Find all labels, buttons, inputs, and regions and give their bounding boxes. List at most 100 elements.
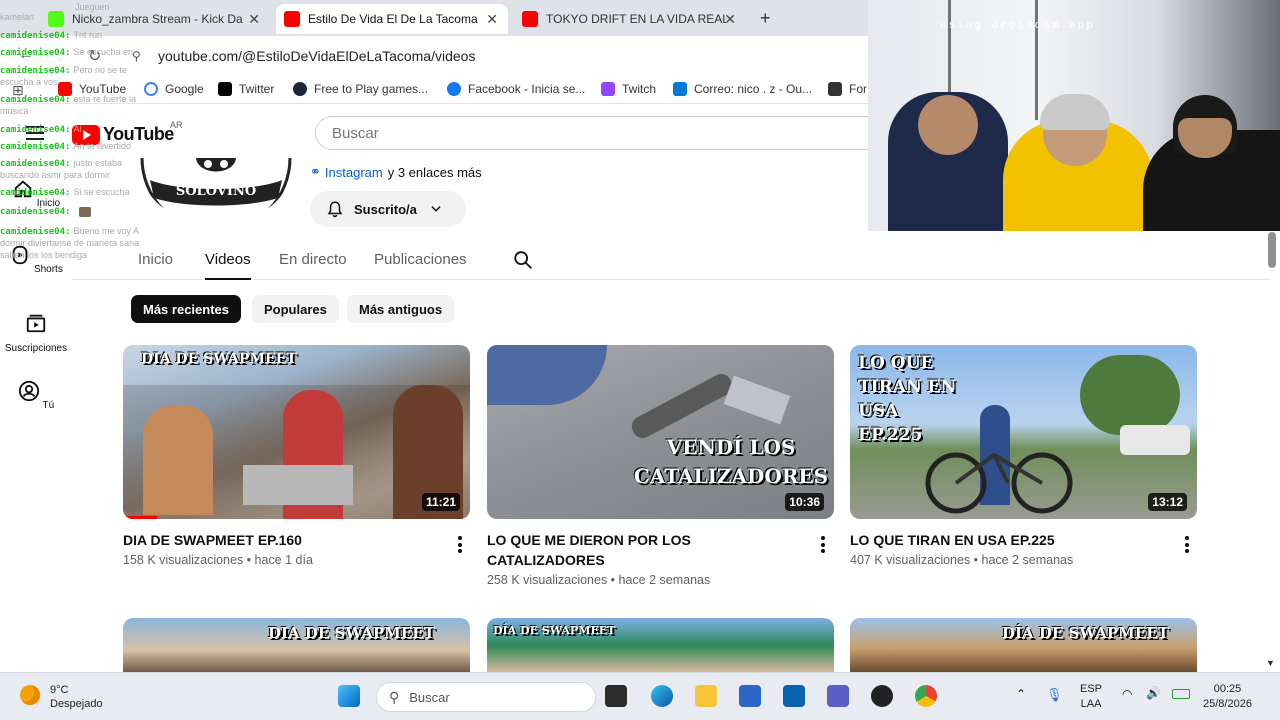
chat-line: camidenise04: An te divertido <box>0 141 131 152</box>
bookmark-twitch[interactable]: Twitch <box>601 82 656 96</box>
close-icon[interactable]: ✕ <box>486 11 498 28</box>
clock[interactable]: 00:25 25/8/2026 <box>1203 682 1252 712</box>
more-options-icon[interactable] <box>821 536 825 556</box>
youtube-icon <box>284 11 300 27</box>
video-thumbnail[interactable]: DÍA DE SWAPMEET <box>850 618 1197 672</box>
video-title[interactable]: LO QUE ME DIERON POR LOS CATALIZADORES <box>487 530 807 570</box>
tab-home[interactable]: Inicio <box>138 251 173 268</box>
chip-oldest[interactable]: Más antiguos <box>347 295 455 323</box>
bookmark-outlook[interactable]: Correo: nico . z - Ou... <box>673 82 812 96</box>
more-options-icon[interactable] <box>1185 536 1189 556</box>
battery-icon[interactable] <box>1172 689 1190 699</box>
search-input[interactable]: Buscar <box>315 116 875 150</box>
browser-tab-youtube-channel[interactable]: Estilo De Vida El De La Tacoma ✕ <box>276 4 508 34</box>
outlook-icon <box>673 82 687 96</box>
wifi-icon[interactable]: ◠ <box>1122 687 1132 701</box>
close-icon[interactable]: ✕ <box>248 11 260 28</box>
tab-live[interactable]: En directo <box>279 251 347 268</box>
link-icon: ⚭ <box>310 164 321 179</box>
microsoft-store-icon[interactable] <box>739 685 761 707</box>
bookmark-label: Free to Play games... <box>314 82 429 96</box>
video-thumbnail[interactable]: DIA DE SWAPMEET <box>123 618 470 672</box>
thumbnail-overlay-text: LO QUE TIRAN EN USA EP.225 <box>858 353 956 445</box>
file-explorer-icon[interactable] <box>695 685 717 707</box>
facebook-icon <box>447 82 461 96</box>
more-links[interactable]: y 3 enlaces más <box>388 165 482 180</box>
nav-subscriptions[interactable]: Suscripciones <box>0 312 72 354</box>
google-icon <box>144 82 158 96</box>
search-placeholder: Buscar <box>409 689 450 705</box>
weather-widget[interactable]: 9°C Despejado <box>50 683 103 711</box>
chat-line: escucha a vos <box>0 77 58 87</box>
nav-label: Suscripciones <box>4 343 68 354</box>
search-icon[interactable] <box>512 249 534 271</box>
video-thumbnail[interactable]: LO QUE TIRAN EN USA EP.225 13:12 <box>850 345 1197 519</box>
video-meta: 258 K visualizaciones • hace 2 semanas <box>487 573 711 587</box>
task-view-icon[interactable] <box>605 685 627 707</box>
scrollbar-thumb[interactable] <box>1268 232 1276 268</box>
chat-line: camidenise04: Si se escucha <box>0 187 129 198</box>
app-icon[interactable] <box>871 685 893 707</box>
emote-icon <box>79 206 92 217</box>
webcam-watermark: using droidcam.app <box>940 20 1095 32</box>
moon-weather-icon <box>20 685 40 705</box>
bookmark-google[interactable]: Google <box>144 82 204 96</box>
date: 25/8/2026 <box>1203 698 1252 710</box>
x-icon <box>218 82 232 96</box>
chat-line: camidenise04: Al <box>0 124 81 135</box>
bookmark-steam[interactable]: Free to Play games... <box>293 82 428 96</box>
instagram-link[interactable]: Instagram <box>325 165 383 180</box>
thumbnail-overlay-text: DÍA DE SWAPMEET <box>493 624 616 637</box>
thumbnail-overlay-text: DIA DE SWAPMEET <box>141 351 297 367</box>
scroll-down-icon[interactable]: ▼ <box>1266 658 1275 668</box>
tab-posts[interactable]: Publicaciones <box>374 251 467 268</box>
site-info-icon[interactable]: ⚲ <box>132 49 141 63</box>
outlook-icon[interactable] <box>783 685 805 707</box>
chat-user: camidenise04: <box>0 48 71 58</box>
steam-icon <box>293 82 307 96</box>
tab-videos[interactable]: Videos <box>205 251 251 280</box>
windows-start-icon[interactable] <box>338 685 360 707</box>
user-icon <box>18 380 39 402</box>
chevron-up-icon[interactable]: ⌃ <box>1016 687 1026 701</box>
video-thumbnail[interactable]: DIA DE SWAPMEET 11:21 <box>123 345 470 519</box>
browser-tab-tokyo-drift[interactable]: TOKYO DRIFT EN LA VIDA REAL ✕ <box>514 4 746 34</box>
edge-icon[interactable] <box>651 685 673 707</box>
video-title[interactable]: LO QUE TIRAN EN USA EP.225 <box>850 530 1170 550</box>
chat-line: saben los los bendiga <box>0 250 87 260</box>
kick-icon <box>48 11 64 27</box>
weather-desc: Despejado <box>50 698 103 710</box>
subscribed-button[interactable]: Suscrito/a <box>310 191 466 227</box>
close-icon[interactable]: ✕ <box>724 11 736 28</box>
microphone-icon[interactable]: 🎙 <box>1046 687 1063 703</box>
bookmark-twitter[interactable]: Twitter <box>218 82 274 96</box>
bookmark-epic[interactable]: For <box>828 82 867 96</box>
video-duration: 10:36 <box>785 493 824 511</box>
chip-popular[interactable]: Populares <box>252 295 339 323</box>
channel-avatar[interactable]: SOLOVINO <box>138 158 294 220</box>
language-indicator[interactable]: ESP LAA <box>1080 682 1102 712</box>
teams-icon[interactable] <box>827 685 849 707</box>
bookmark-label: Twitch <box>622 82 657 96</box>
more-options-icon[interactable] <box>458 536 462 556</box>
country-code: AR <box>170 120 183 130</box>
chrome-icon[interactable] <box>915 685 937 707</box>
chat-user: camidenise04: <box>0 125 71 135</box>
new-tab-icon[interactable]: + <box>760 8 771 29</box>
bookmark-facebook[interactable]: Facebook - Inicia se... <box>447 82 585 96</box>
chat-line: camidenise04: <box>0 206 92 217</box>
video-thumbnail[interactable]: VENDÍ LOS CATALIZADORES 10:36 <box>487 345 834 519</box>
chip-latest[interactable]: Más recientes <box>131 295 241 323</box>
bicycle-art <box>925 452 1073 514</box>
nav-you[interactable]: Tú <box>0 380 72 411</box>
subscribed-label: Suscrito/a <box>354 201 417 217</box>
volume-icon[interactable]: 🔊 <box>1146 686 1161 700</box>
url-field[interactable]: youtube.com/@EstiloDeVidaElDeLaTacoma/vi… <box>158 48 475 64</box>
video-thumbnail[interactable]: DÍA DE SWAPMEET <box>487 618 834 672</box>
weather-temp: 9°C <box>50 684 69 696</box>
chat-user: camidenise04: <box>0 159 71 169</box>
twitch-icon <box>601 82 615 96</box>
chat-message: buscando asmr para dormir <box>0 170 111 180</box>
video-title[interactable]: DIA DE SWAPMEET EP.160 <box>123 530 443 550</box>
taskbar-search[interactable]: ⚲ Buscar <box>376 682 596 712</box>
